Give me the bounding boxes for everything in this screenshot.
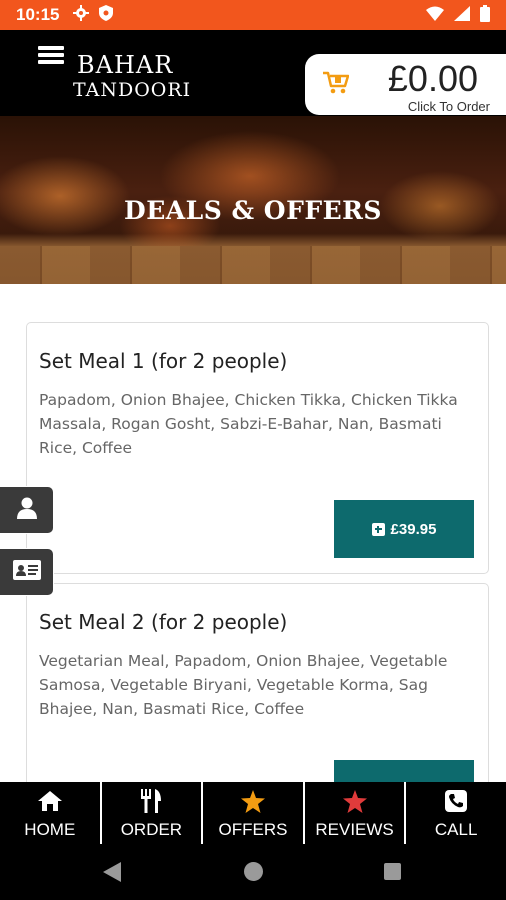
star-icon [240, 788, 265, 814]
bottom-navigation: HOME ORDER OFFERS REVIEWS CALL [0, 782, 506, 844]
nav-offers[interactable]: OFFERS [203, 782, 305, 844]
status-time: 10:15 [16, 5, 60, 24]
nav-home[interactable]: HOME [0, 782, 102, 844]
nav-label: ORDER [120, 820, 183, 839]
cart-button[interactable]: £0.00 Click To Order [305, 54, 506, 115]
brand-subtitle: TANDOORI [73, 79, 192, 101]
shopping-cart-icon [323, 71, 350, 99]
page-title: DEALS & OFFERS [124, 196, 382, 225]
deal-price: £39.95 [390, 520, 437, 538]
brand-name: BAHAR [77, 51, 174, 79]
nav-order[interactable]: ORDER [102, 782, 204, 844]
status-bar: 10:15 [0, 0, 506, 30]
star-icon [342, 788, 367, 814]
id-card-icon [12, 560, 41, 584]
cart-subtitle: Click To Order [407, 99, 490, 114]
plus-square-icon [371, 522, 385, 536]
phone-icon [445, 788, 468, 814]
page-banner: DEALS & OFFERS [0, 116, 506, 284]
deal-description: Papadom, Onion Bhajee, Chicken Tikka, Ch… [39, 391, 458, 457]
banner-background [0, 246, 506, 284]
nav-label: REVIEWS [315, 820, 394, 839]
nav-label: OFFERS [218, 820, 288, 839]
deal-title: Set Meal 2 (for 2 people) [39, 610, 288, 634]
brand-logo[interactable]: BAHAR TANDOORI [73, 52, 191, 102]
cart-total: £0.00 [387, 58, 478, 99]
deal-card: Set Meal 2 (for 2 people) Vegetarian Mea… [26, 583, 489, 818]
deal-description: Vegetarian Meal, Papadom, Onion Bhajee, … [39, 652, 448, 718]
nav-call[interactable]: CALL [406, 782, 506, 844]
settings-gear-icon [73, 5, 90, 25]
nav-reviews[interactable]: REVIEWS [305, 782, 407, 844]
home-icon [37, 788, 62, 814]
battery-icon [480, 4, 490, 26]
recents-square-icon[interactable] [384, 863, 401, 880]
system-navigation-bar [0, 844, 506, 900]
hamburger-menu-icon[interactable] [38, 46, 64, 64]
user-icon [16, 497, 38, 523]
account-button[interactable] [0, 486, 54, 534]
back-icon[interactable] [103, 862, 121, 886]
home-circle-icon[interactable] [244, 862, 263, 881]
nav-label: HOME [24, 820, 76, 839]
signal-icon [454, 5, 470, 25]
deal-title: Set Meal 1 (for 2 people) [39, 349, 288, 373]
shield-icon [99, 5, 114, 25]
wifi-icon [426, 6, 444, 25]
cutlery-icon [140, 788, 162, 814]
nav-label: CALL [434, 820, 478, 839]
contact-card-button[interactable] [0, 548, 54, 596]
add-deal-button[interactable]: £39.95 [334, 500, 474, 558]
deal-card: Set Meal 1 (for 2 people) Papadom, Onion… [26, 322, 489, 574]
